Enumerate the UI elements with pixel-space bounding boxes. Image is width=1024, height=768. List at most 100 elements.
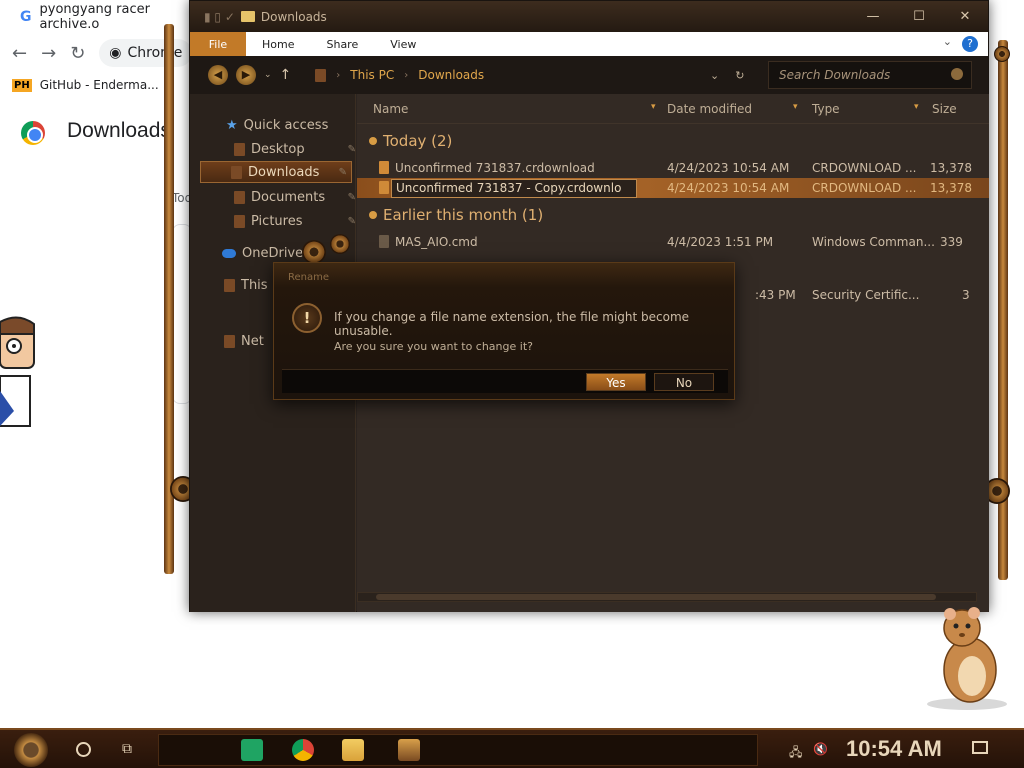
forward-icon[interactable]: ▶ [236,65,256,85]
tab-share[interactable]: Share [310,38,374,51]
help-icon[interactable]: ? [962,36,978,52]
sidebar-item-label: Net [241,333,264,349]
start-button[interactable] [14,733,48,767]
file-date: 4/24/2023 10:54 AM [667,181,790,195]
ribbon-tabs: File Home Share View ⌄ ? [190,32,988,56]
pin-icon: ✎ [347,191,356,203]
column-name-dropdown-icon[interactable]: ▾ [651,102,656,112]
file-type: CRDOWNLOAD ... [812,161,917,175]
forward-icon[interactable]: → [41,43,56,64]
breadcrumb[interactable]: › This PC › Downloads [315,68,484,82]
task-view-icon[interactable]: ⧉ [122,741,132,757]
column-date-dropdown-icon[interactable]: ▾ [793,102,798,112]
column-type[interactable]: Type [812,102,840,116]
rename-input[interactable]: Unconfirmed 731837 - Copy.crdownlo [391,179,637,198]
downloads-folder-icon [231,165,242,179]
up-icon[interactable]: ↑ [280,67,292,83]
chrome-omnibox[interactable]: ◉ Chrome [99,39,193,67]
tab-home[interactable]: Home [246,38,310,51]
breadcrumb-separator: › [404,69,409,81]
file-name: Unconfirmed 731837.crdownload [395,161,595,175]
sidebar-item-documents[interactable]: Documents ✎ [234,186,356,208]
maximize-icon[interactable]: ☐ [896,1,942,32]
google-icon: G [20,9,32,25]
network-icon[interactable]: 🖧 [789,743,802,764]
group-header-earlier[interactable]: Earlier this month (1) [369,206,543,224]
column-date[interactable]: Date modified [667,102,752,116]
search-input[interactable]: Search Downloads [768,61,972,89]
volume-muted-icon[interactable]: 🔇 [813,742,828,756]
network-icon [224,334,235,348]
sidebar-item-label: OneDrive [242,245,304,261]
file-size: 13,378 [930,181,972,195]
address-dropdown-icon[interactable]: ⌄ [710,69,719,82]
back-icon[interactable]: ← [12,43,27,64]
group-expand-icon [369,211,377,219]
explorer-window-title: Downloads [260,9,327,24]
chrome-omnibox-text: Chrome [127,45,183,61]
recent-locations-icon[interactable]: ⌄ [264,70,272,80]
star-icon: ★ [226,117,238,133]
window-controls: — ☐ ✕ [850,1,988,32]
sidebar-item-quick-access[interactable]: ★ Quick access [226,114,328,136]
chrome-tab-title: pyongyang racer archive.o [39,2,150,32]
sidebar-item-onedrive[interactable]: OneDrive [222,242,303,264]
search-placeholder: Search Downloads [779,68,891,82]
breadcrumb-this-pc[interactable]: This PC [350,68,394,82]
breadcrumb-downloads[interactable]: Downloads [418,68,484,82]
breadcrumb-separator: › [336,69,341,81]
chrome-page-title: Downloads [67,119,171,142]
sheets-app-icon[interactable] [241,739,263,761]
game-app-icon[interactable] [398,739,420,761]
file-type: CRDOWNLOAD ... [812,181,917,195]
minimize-icon[interactable]: — [850,1,896,32]
close-icon[interactable]: ✕ [942,1,988,32]
warning-icon: ! [292,303,322,333]
taskbar: ⧉ 🖧 🔇 10:54 AM [0,728,1024,768]
file-size: 339 [940,235,963,249]
folder-icon [240,11,255,22]
scrollbar-thumb[interactable] [376,594,936,600]
tab-view[interactable]: View [374,38,432,51]
sidebar-item-desktop[interactable]: Desktop ✎ [234,138,356,160]
onedrive-cloud-icon [222,248,236,258]
sidebar-item-label: Quick access [243,117,329,133]
sidebar-item-downloads[interactable]: Downloads ✎ [200,161,352,183]
search-circle-icon[interactable] [76,742,91,757]
sidebar-item-network[interactable]: Net [224,330,264,352]
crdownload-file-icon [379,181,389,194]
file-row-selected[interactable]: Unconfirmed 731837 - Copy.crdownlo 4/24/… [357,178,989,198]
notification-icon[interactable] [972,741,988,754]
search-icon [951,68,963,80]
address-bar: ◀ ▶ ⌄ ↑ › This PC › Downloads ⌄ ↻ Search… [190,56,988,94]
file-row[interactable]: Unconfirmed 731837.crdownload 4/24/2023 … [357,158,989,178]
ribbon-expand-icon[interactable]: ⌄ [943,35,952,48]
rename-confirm-dialog: Rename ! If you change a file name exten… [273,262,735,400]
back-icon[interactable]: ◀ [208,65,228,85]
horizontal-scrollbar[interactable] [357,592,977,602]
tab-file[interactable]: File [190,32,246,56]
column-size[interactable]: Size [932,102,957,116]
chrome-app-icon[interactable] [292,739,314,761]
yes-button[interactable]: Yes [586,373,646,391]
group-label: Today (2) [383,132,453,150]
taskbar-clock[interactable]: 10:54 AM [846,736,942,762]
gear-icon [994,46,1010,62]
gear-icon [330,234,350,254]
bookmark-github[interactable]: GitHub - Enderma... [40,78,159,92]
file-row[interactable]: MAS_AIO.cmd 4/4/2023 1:51 PM Windows Com… [357,232,989,252]
column-type-dropdown-icon[interactable]: ▾ [914,102,919,112]
no-button[interactable]: No [654,373,714,391]
qat-icon[interactable]: ▮ ▯ ✓ [204,10,235,24]
group-header-today[interactable]: Today (2) [369,132,452,150]
reload-icon[interactable]: ↻ [70,43,85,64]
column-headers: Name ▾ Date modified ▾ Type ▾ Size [357,94,989,124]
group-expand-icon [369,137,377,145]
file-explorer-app-icon[interactable] [342,739,364,761]
refresh-icon[interactable]: ↻ [735,69,744,82]
explorer-titlebar[interactable]: ▮ ▯ ✓ Downloads — ☐ ✕ [190,1,988,32]
pin-icon: ✎ [338,166,347,178]
column-name[interactable]: Name [373,102,408,116]
sidebar-item-pictures[interactable]: Pictures ✎ [234,210,356,232]
sidebar-item-this-pc[interactable]: This P [224,274,280,296]
